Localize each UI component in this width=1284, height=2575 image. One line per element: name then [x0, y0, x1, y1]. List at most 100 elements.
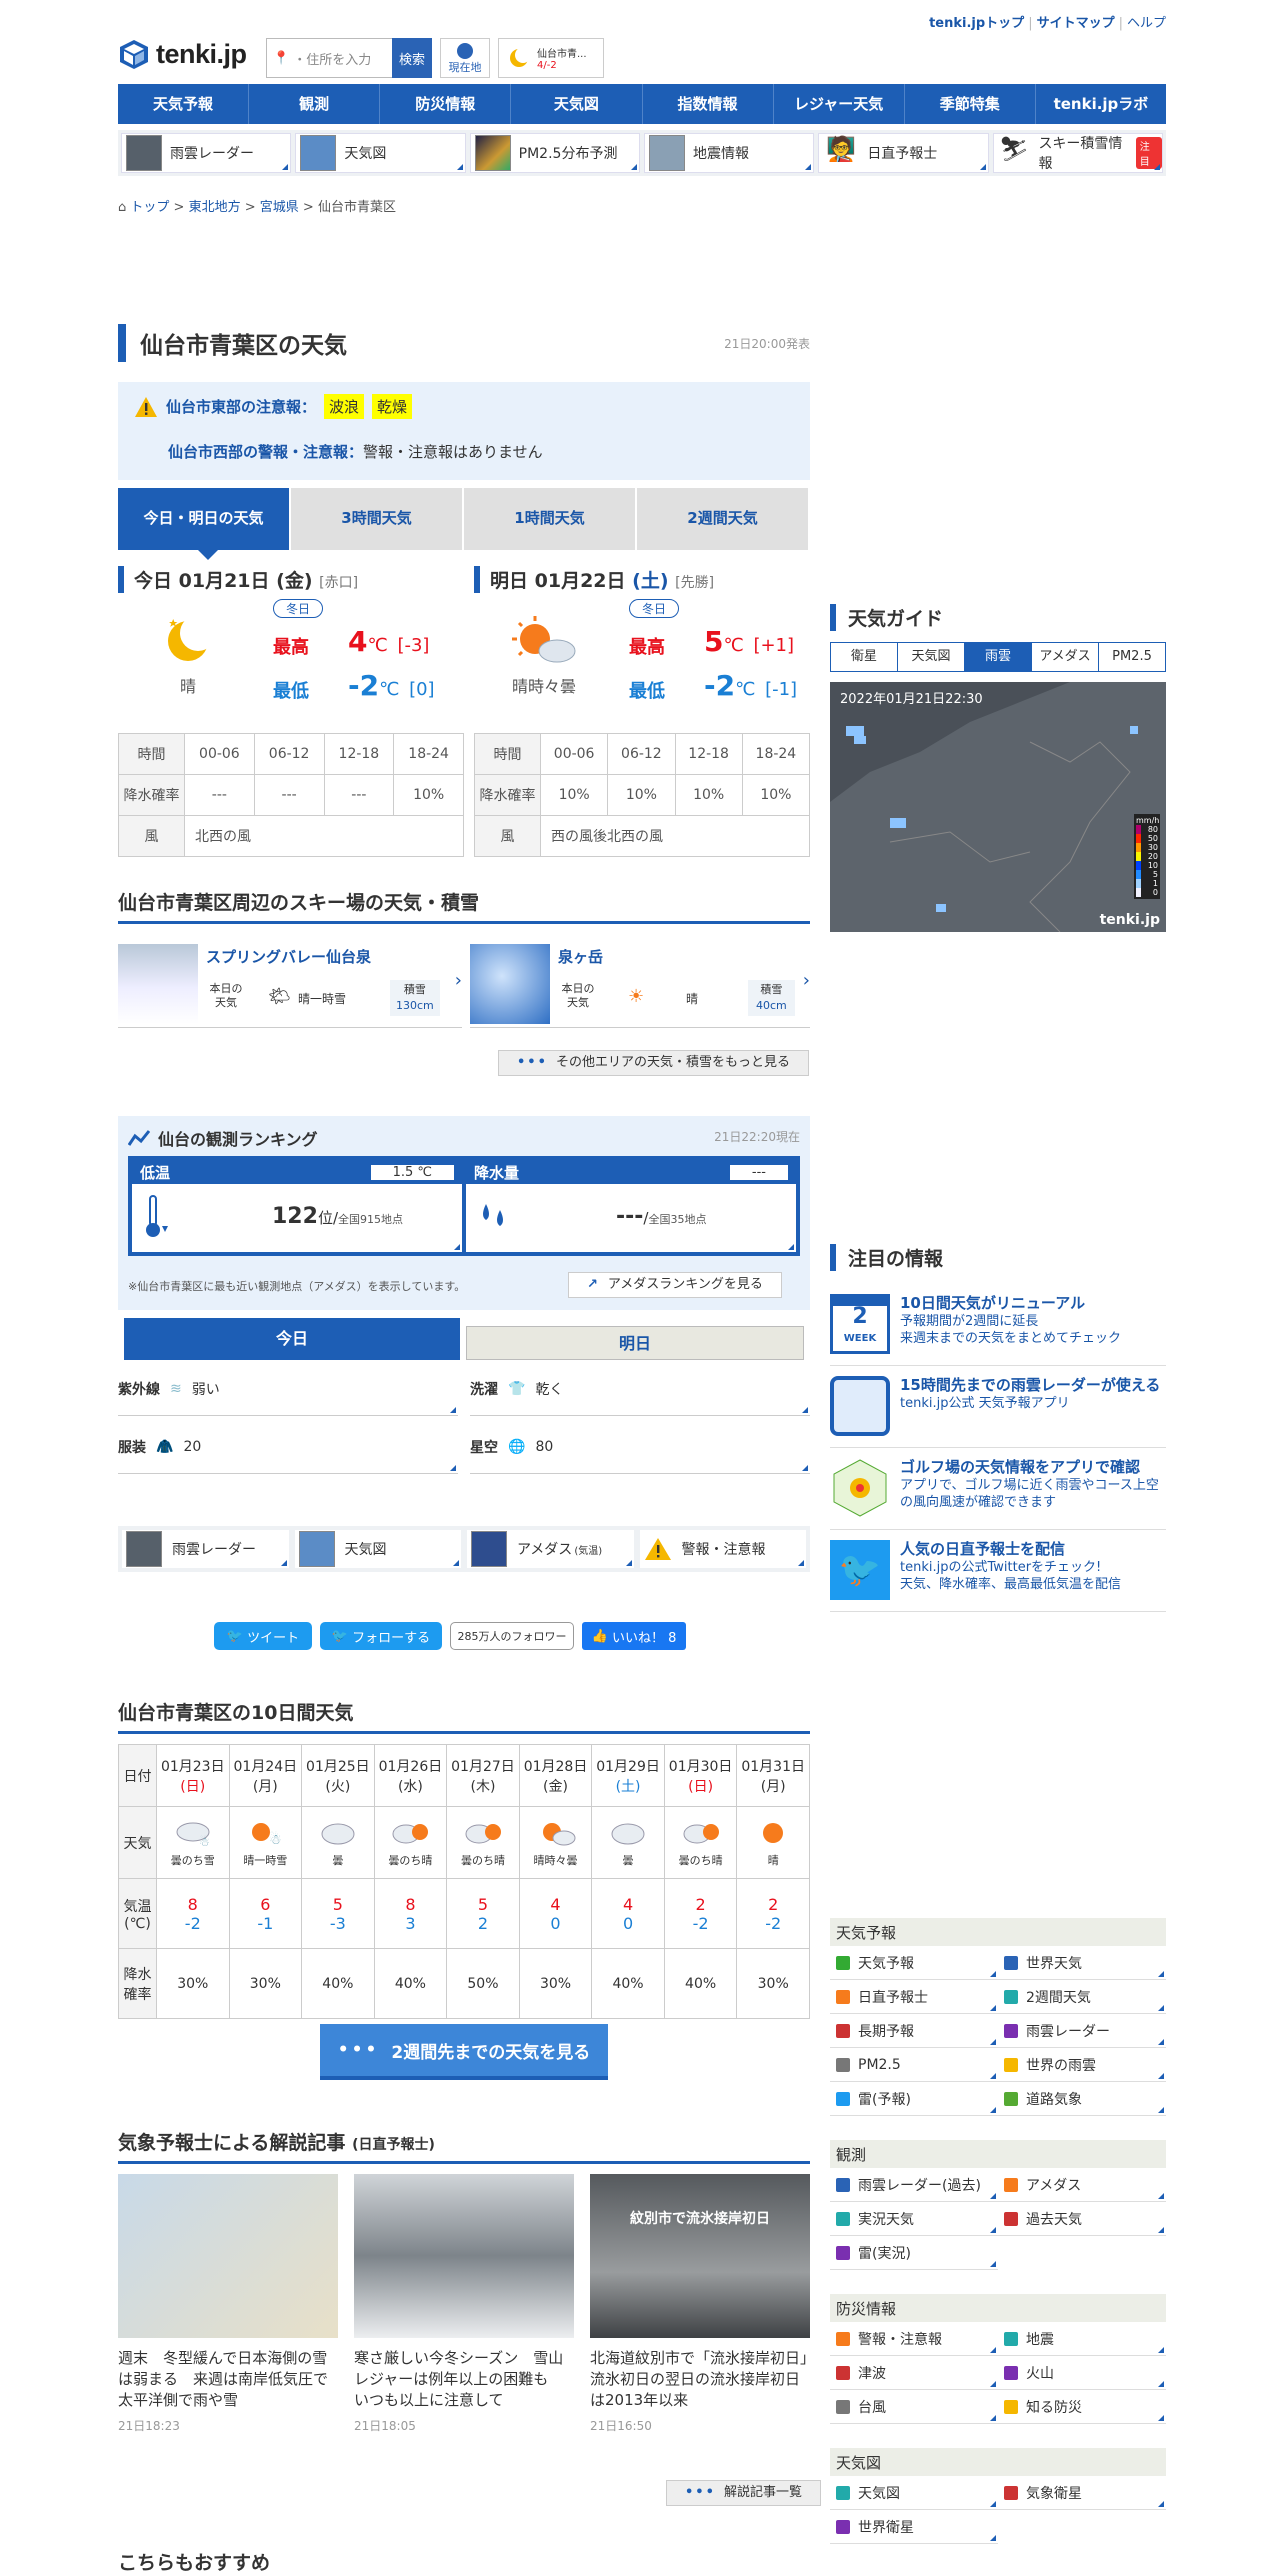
nav-leisure[interactable]: レジャー天気 [774, 84, 905, 124]
guide-tab-rain[interactable]: 雨雲 [965, 643, 1032, 671]
site-logo[interactable]: tenki.jp [118, 38, 247, 70]
sidebar-link[interactable]: 火山 [998, 2356, 1166, 2390]
quick-links: 雨雲レーダー 天気図 アメダス (気温) 警報・注意報 [118, 1526, 810, 1572]
subnav-forecaster[interactable]: 🧑‍🏫 日直予報士 [818, 133, 989, 173]
tweet-button[interactable]: 🐦 ツイート [214, 1622, 312, 1650]
search-input[interactable]: 📍 ・住所を入力 [266, 38, 392, 78]
link-rain-radar[interactable]: 雨雲レーダー [122, 1530, 289, 1568]
east-warning-link[interactable]: 仙台市東部の注意報： [166, 396, 316, 417]
sidebar-link[interactable]: PM2.5 [830, 2048, 998, 2082]
sidebar-link[interactable]: 地震 [998, 2322, 1166, 2356]
breadcrumb-miyagi[interactable]: 宮城県 [260, 200, 299, 215]
low-temp-ranking[interactable]: 低温 1.5 ℃ 122位/全国915地点 [128, 1156, 466, 1256]
mini-weather-card[interactable]: 仙台市青... 4/-2 [498, 38, 604, 78]
sidebar-link[interactable]: 長期予報 [830, 2014, 998, 2048]
precip-ranking[interactable]: 降水量 --- ---/全国35地点 [462, 1156, 800, 1256]
article-card[interactable]: 寒さ厳しい今冬シーズン 雪山レジャーは例年以上の困難も いつも以上に注意して 21… [354, 2174, 574, 2434]
subnav-ski[interactable]: ⛷ スキー積雪情報 注目 [992, 133, 1163, 173]
link-icon [836, 2177, 850, 2192]
rain-radar-map[interactable]: 2022年01月21日22:30 mm/h 80 50 30 20 10 5 1… [830, 682, 1166, 932]
link-weather-map[interactable]: 天気図 [294, 1530, 461, 1568]
svg-text:☃: ☃ [199, 1834, 210, 1848]
breadcrumb-tohoku[interactable]: 東北地方 [189, 200, 241, 215]
ranking-title: 仙台の観測ランキング [158, 1130, 318, 1149]
tab-today-tomorrow[interactable]: 今日・明日の天気 [118, 488, 291, 550]
sidebar-link[interactable]: 警報・注意報 [830, 2322, 998, 2356]
ski-resort-card[interactable]: 泉ヶ岳 本日の天気 ☀ 晴 積雪 40cm › [470, 940, 810, 1028]
nav-observation[interactable]: 観測 [249, 84, 381, 124]
link-icon [836, 2519, 850, 2534]
ski-photo [470, 944, 550, 1024]
warning-badge: 波浪 [324, 394, 365, 419]
current-location-button[interactable]: 現在地 [440, 38, 490, 78]
sidebar-link[interactable]: 天気図 [830, 2476, 998, 2510]
sidebar-link[interactable]: 道路気象 [998, 2082, 1166, 2116]
guide-tab-map[interactable]: 天気図 [898, 643, 965, 671]
link-warnings[interactable]: 警報・注意報 [639, 1530, 806, 1568]
top-link-home[interactable]: tenki.jpトップ [929, 16, 1024, 31]
nav-index[interactable]: 指数情報 [643, 84, 774, 124]
nav-season[interactable]: 季節特集 [905, 84, 1036, 124]
news-item[interactable]: 🐦 人気の日直予報士を配信 tenki.jpの公式Twitterをチェック! 天気… [830, 1530, 1166, 1612]
search-button[interactable]: 検索 [392, 38, 432, 78]
news-item[interactable]: ゴルフ場の天気情報をアプリで確認 アプリで、ゴルフ場に近く雨雲やコース上空の風向風… [830, 1448, 1166, 1530]
subnav-earthquake[interactable]: 地震情報 [643, 133, 815, 173]
link-icon [836, 2399, 850, 2414]
ski-more-button[interactable]: ••• その他エリアの天気・積雪をもっと見る [498, 1050, 809, 1076]
tab-3hour[interactable]: 3時間天気 [291, 488, 464, 550]
top-link-sitemap[interactable]: サイトマップ [1037, 16, 1115, 31]
amedas-ranking-button[interactable]: ↗ アメダスランキングを見る [568, 1272, 782, 1298]
tab-1hour[interactable]: 1時間天気 [464, 488, 637, 550]
like-button[interactable]: 👍 いいね！ 8 [582, 1622, 686, 1650]
sidebar-link[interactable]: 気象衛星 [998, 2476, 1166, 2510]
follow-button[interactable]: 🐦 フォローする [320, 1622, 442, 1650]
sidebar-link[interactable]: 雨雲レーダー(過去) [830, 2168, 998, 2202]
sidebar-link[interactable]: 雷(実況) [830, 2236, 998, 2270]
nav-forecast[interactable]: 天気予報 [118, 84, 250, 124]
sidebar-link[interactable]: 天気予報 [830, 1946, 998, 1980]
sidebar-link[interactable]: 日直予報士 [830, 1980, 998, 2014]
nav-disaster[interactable]: 防災情報 [380, 84, 512, 124]
sidebar-link[interactable]: 津波 [830, 2356, 998, 2390]
article-card[interactable]: 週末 冬型緩んで日本海側の雪は弱まる 来週は南岸低気圧で太平洋側で雨や雪 21日1… [118, 2174, 338, 2434]
tab-2week[interactable]: 2週間天気 [637, 488, 810, 550]
two-week-button[interactable]: ••• 2週間先までの天気を見る [320, 2024, 608, 2080]
raindrop-icon [483, 1204, 503, 1226]
guide-tab-amedas[interactable]: アメダス [1032, 643, 1099, 671]
nav-weather-map[interactable]: 天気図 [511, 84, 643, 124]
map-thumb [298, 1531, 335, 1567]
guide-tab-pm25[interactable]: PM2.5 [1099, 643, 1165, 671]
sidebar-link[interactable]: 世界の雨雲 [998, 2048, 1166, 2082]
sidebar-link[interactable]: 雨雲レーダー [998, 2014, 1166, 2048]
subnav-pm25[interactable]: PM2.5分布予測 [469, 133, 640, 173]
articles-more-button[interactable]: ••• 解説記事一覧 [666, 2480, 821, 2506]
article-card[interactable]: 紋別市で流氷接岸初日 北海道紋別市で「流氷接岸初日」 流氷初日の翌日の流氷接岸初… [590, 2174, 823, 2434]
index-tab-today[interactable]: 今日 [124, 1318, 460, 1360]
west-warning-link[interactable]: 仙台市西部の警報・注意報： [168, 443, 363, 461]
top-link-help[interactable]: ヘルプ [1127, 16, 1166, 31]
index-laundry[interactable]: 洗濯 👕 乾く [470, 1362, 810, 1416]
sidebar-link[interactable]: 世界衛星 [830, 2510, 998, 2544]
breadcrumb-top[interactable]: トップ [130, 200, 169, 215]
ski-resort-card[interactable]: スプリングバレー仙台泉 本日の天気 🌤 晴一時雪 積雪 130cm › [118, 940, 462, 1028]
link-amedas[interactable]: アメダス (気温) [467, 1530, 634, 1568]
index-tab-tomorrow[interactable]: 明日 [466, 1326, 804, 1360]
news-item[interactable]: 15時間先までの雨雲レーダーが使える tenki.jp公式 天気予報アプリ [830, 1366, 1166, 1448]
index-starry-sky[interactable]: 星空 🌐 80 [470, 1420, 810, 1474]
sidebar-link[interactable]: 過去天気 [998, 2202, 1166, 2236]
news-item[interactable]: 2 WEEK 10日間天気がリニューアル 予報期間が2週間に延長 来週末までの天気を… [830, 1284, 1166, 1366]
subnav-rain-radar[interactable]: 雨雲レーダー [121, 133, 292, 173]
sidebar-link[interactable]: 知る防災 [998, 2390, 1166, 2424]
sidebar-group: 天気図 天気図 気象衛星 世界衛星 [830, 2448, 1166, 2544]
sidebar-link[interactable]: 世界天気 [998, 1946, 1166, 1980]
index-uv[interactable]: 紫外線 ≋ 弱い [118, 1362, 458, 1416]
index-clothes[interactable]: 服装 🧥 20 [118, 1420, 458, 1474]
sidebar-link[interactable]: 雷(予報) [830, 2082, 998, 2116]
nav-lab[interactable]: tenki.jpラボ [1036, 84, 1166, 124]
sidebar-link[interactable]: 台風 [830, 2390, 998, 2424]
sidebar-link[interactable]: 2週間天気 [998, 1980, 1166, 2014]
guide-tab-satellite[interactable]: 衛星 [831, 643, 898, 671]
subnav-weather-map[interactable]: 天気図 [295, 133, 466, 173]
sidebar-link[interactable]: アメダス [998, 2168, 1166, 2202]
sidebar-link[interactable]: 実況天気 [830, 2202, 998, 2236]
